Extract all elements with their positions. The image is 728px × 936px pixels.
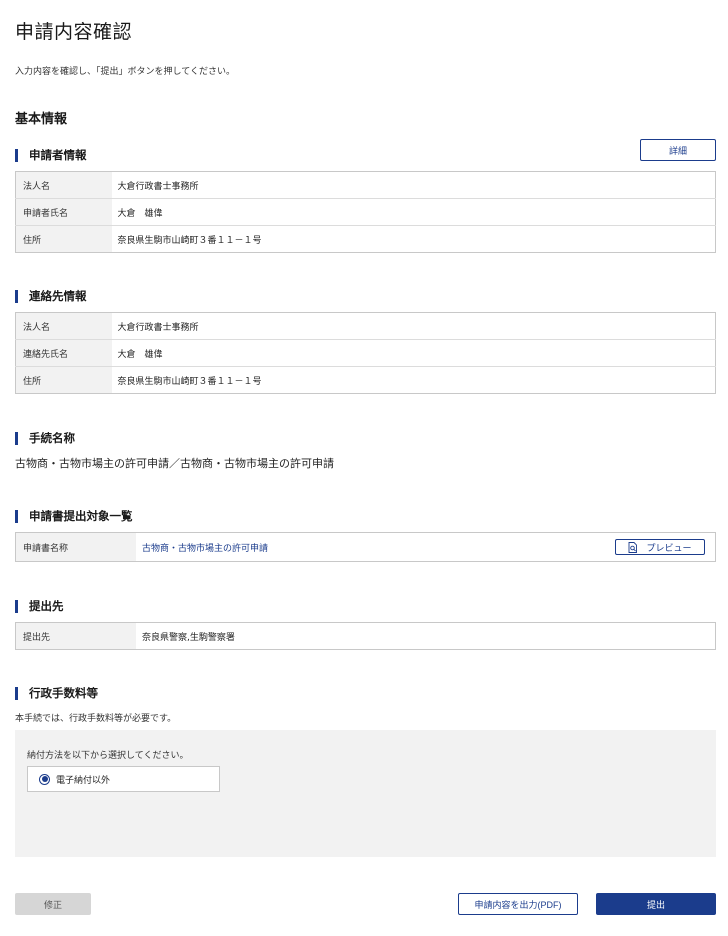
payment-option-label: 電子納付以外 bbox=[56, 775, 111, 786]
row-value: 大倉 雄偉 bbox=[111, 198, 716, 226]
document-label: 申請書名称 bbox=[16, 533, 136, 561]
row-label: 法人名 bbox=[15, 171, 112, 199]
row-label: 連絡先氏名 bbox=[15, 339, 112, 367]
row-value: 奈良県生駒市山崎町３番１１－１号 bbox=[117, 376, 262, 387]
destination-label: 提出先 bbox=[16, 623, 136, 649]
document-link[interactable]: 古物商・古物市場主の許可申請 bbox=[136, 541, 615, 554]
radio-selected-icon[interactable] bbox=[39, 773, 50, 785]
applicant-info-table: 法人名 大倉行政書士事務所 申請者氏名 大倉 雄偉 住所 奈良県生駒市山崎町３番… bbox=[15, 171, 716, 253]
contact-info-table: 法人名 大倉行政書士事務所 連絡先氏名 大倉 雄偉 住所 奈良県生駒市山崎町３番… bbox=[15, 312, 716, 394]
table-row: 住所 奈良県生駒市山崎町３番１１－１号 bbox=[15, 225, 716, 253]
contact-info-heading: 連絡先情報 bbox=[15, 290, 87, 303]
document-row: 申請書名称 古物商・古物市場主の許可申請 プレビュー bbox=[15, 532, 716, 562]
payment-option-radio[interactable]: 電子納付以外 bbox=[27, 766, 220, 792]
table-row: 申請者氏名 大倉 雄偉 bbox=[15, 198, 716, 226]
destination-row: 提出先 奈良県警察,生駒警察署 bbox=[15, 622, 716, 650]
fee-heading: 行政手数料等 bbox=[15, 687, 98, 700]
detail-button[interactable]: 詳細 bbox=[640, 139, 716, 161]
procedure-name-heading: 手続名称 bbox=[15, 432, 75, 445]
document-list-heading: 申請書提出対象一覧 bbox=[15, 510, 133, 523]
table-row: 住所 奈良県生駒市山崎町３番１１－１号 bbox=[15, 366, 716, 394]
submit-button[interactable]: 提出 bbox=[596, 893, 716, 915]
preview-button[interactable]: プレビュー bbox=[615, 539, 705, 555]
destination-value: 奈良県警察,生駒警察署 bbox=[142, 632, 235, 643]
destination-heading: 提出先 bbox=[15, 600, 64, 613]
payment-method-label: 納付方法を以下から選択してください。 bbox=[27, 751, 189, 761]
row-label: 申請者氏名 bbox=[15, 198, 112, 226]
row-label: 住所 bbox=[15, 225, 112, 253]
row-label: 法人名 bbox=[15, 312, 112, 340]
row-value: 大倉行政書士事務所 bbox=[111, 312, 716, 340]
row-value: 大倉行政書士事務所 bbox=[111, 171, 716, 199]
page-title: 申請内容確認 bbox=[15, 21, 133, 43]
intro-text: 入力内容を確認し、「提出」ボタンを押してください。 bbox=[15, 67, 235, 77]
applicant-info-heading: 申請者情報 bbox=[15, 149, 87, 162]
preview-label: プレビュー bbox=[646, 543, 692, 554]
procedure-name: 古物商・古物市場主の許可申請／古物商・古物市場主の許可申請 bbox=[15, 457, 334, 470]
table-row: 法人名 大倉行政書士事務所 bbox=[15, 312, 716, 340]
row-label: 住所 bbox=[15, 366, 112, 394]
table-row: 法人名 大倉行政書士事務所 bbox=[15, 171, 716, 199]
row-value: 奈良県生駒市山崎町３番１１－１号 bbox=[117, 235, 262, 246]
fix-button[interactable]: 修正 bbox=[15, 893, 91, 915]
row-value: 大倉 雄偉 bbox=[111, 339, 716, 367]
table-row: 連絡先氏名 大倉 雄偉 bbox=[15, 339, 716, 367]
pdf-output-button[interactable]: 申請内容を出力(PDF) bbox=[458, 893, 578, 915]
basic-info-heading: 基本情報 bbox=[15, 112, 68, 127]
document-preview-icon bbox=[629, 541, 638, 553]
fee-note: 本手続では、行政手数料等が必要です。 bbox=[15, 714, 177, 724]
